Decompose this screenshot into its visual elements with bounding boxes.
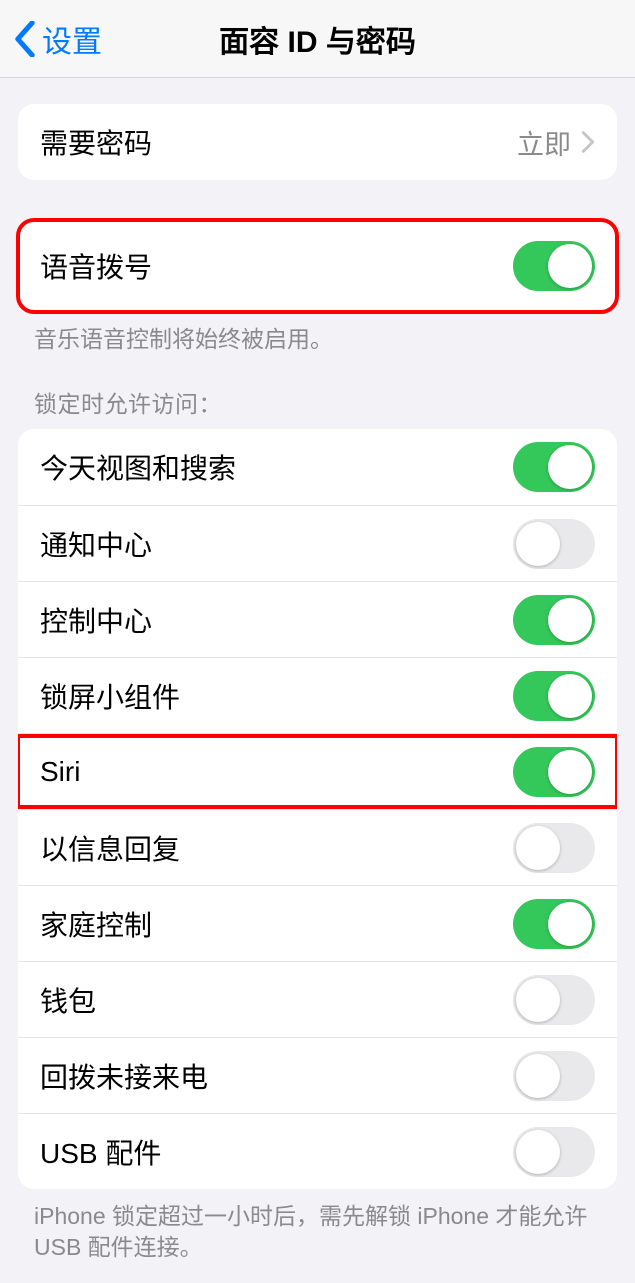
lock-access-toggle[interactable] xyxy=(513,899,595,949)
lock-access-label: Siri xyxy=(40,756,513,788)
row-lock-access: 控制中心 xyxy=(18,581,617,657)
lock-access-toggle[interactable] xyxy=(513,671,595,721)
voice-dial-label: 语音拨号 xyxy=(40,246,513,286)
lock-access-footer: iPhone 锁定超过一小时后，需先解锁 iPhone 才能允许 USB 配件连… xyxy=(0,1189,635,1283)
lock-access-label: 通知中心 xyxy=(40,524,513,564)
require-passcode-label: 需要密码 xyxy=(40,122,517,162)
group-require-passcode: 需要密码 立即 xyxy=(18,104,617,180)
lock-access-toggle[interactable] xyxy=(513,975,595,1025)
group-voice-dial: 语音拨号 xyxy=(18,220,617,312)
chevron-left-icon xyxy=(14,21,36,57)
lock-access-label: 以信息回复 xyxy=(40,828,513,868)
chevron-right-icon xyxy=(581,130,595,154)
lock-access-label: 控制中心 xyxy=(40,600,513,640)
lock-access-toggle[interactable] xyxy=(513,519,595,569)
lock-access-label: 今天视图和搜索 xyxy=(40,447,513,487)
lock-access-toggle[interactable] xyxy=(513,1051,595,1101)
row-lock-access: 以信息回复 xyxy=(18,809,617,885)
row-require-passcode[interactable]: 需要密码 立即 xyxy=(18,104,617,180)
voice-dial-toggle[interactable] xyxy=(513,241,595,291)
row-lock-access: 今天视图和搜索 xyxy=(18,429,617,505)
lock-access-label: 家庭控制 xyxy=(40,904,513,944)
back-label: 设置 xyxy=(42,17,102,61)
row-lock-access: 钱包 xyxy=(18,961,617,1037)
lock-access-label: USB 配件 xyxy=(40,1132,513,1172)
nav-bar: 设置 面容 ID 与密码 xyxy=(0,0,635,78)
row-lock-access: USB 配件 xyxy=(18,1113,617,1189)
row-lock-access: Siri xyxy=(18,733,617,809)
group-lock-access: 今天视图和搜索通知中心控制中心锁屏小组件 Siri 以信息回复家庭控制钱包回拨未接来… xyxy=(18,429,617,1189)
row-lock-access: 锁屏小组件 xyxy=(18,657,617,733)
lock-access-toggle[interactable] xyxy=(513,823,595,873)
require-passcode-value: 立即 xyxy=(517,123,571,162)
voice-dial-note: 音乐语音控制将始终被启用。 xyxy=(0,312,635,355)
lock-access-label: 锁屏小组件 xyxy=(40,676,513,716)
lock-access-toggle[interactable] xyxy=(513,595,595,645)
lock-access-toggle[interactable] xyxy=(513,442,595,492)
lock-access-toggle[interactable] xyxy=(513,1127,595,1177)
back-button[interactable]: 设置 xyxy=(0,17,102,61)
lock-access-header: 锁定时允许访问： xyxy=(0,355,635,427)
row-lock-access: 家庭控制 xyxy=(18,885,617,961)
row-lock-access: 回拨未接来电 xyxy=(18,1037,617,1113)
row-lock-access: 通知中心 xyxy=(18,505,617,581)
row-voice-dial: 语音拨号 xyxy=(18,220,617,312)
lock-access-toggle[interactable] xyxy=(513,747,595,797)
lock-access-label: 回拨未接来电 xyxy=(40,1056,513,1096)
lock-access-label: 钱包 xyxy=(40,980,513,1020)
